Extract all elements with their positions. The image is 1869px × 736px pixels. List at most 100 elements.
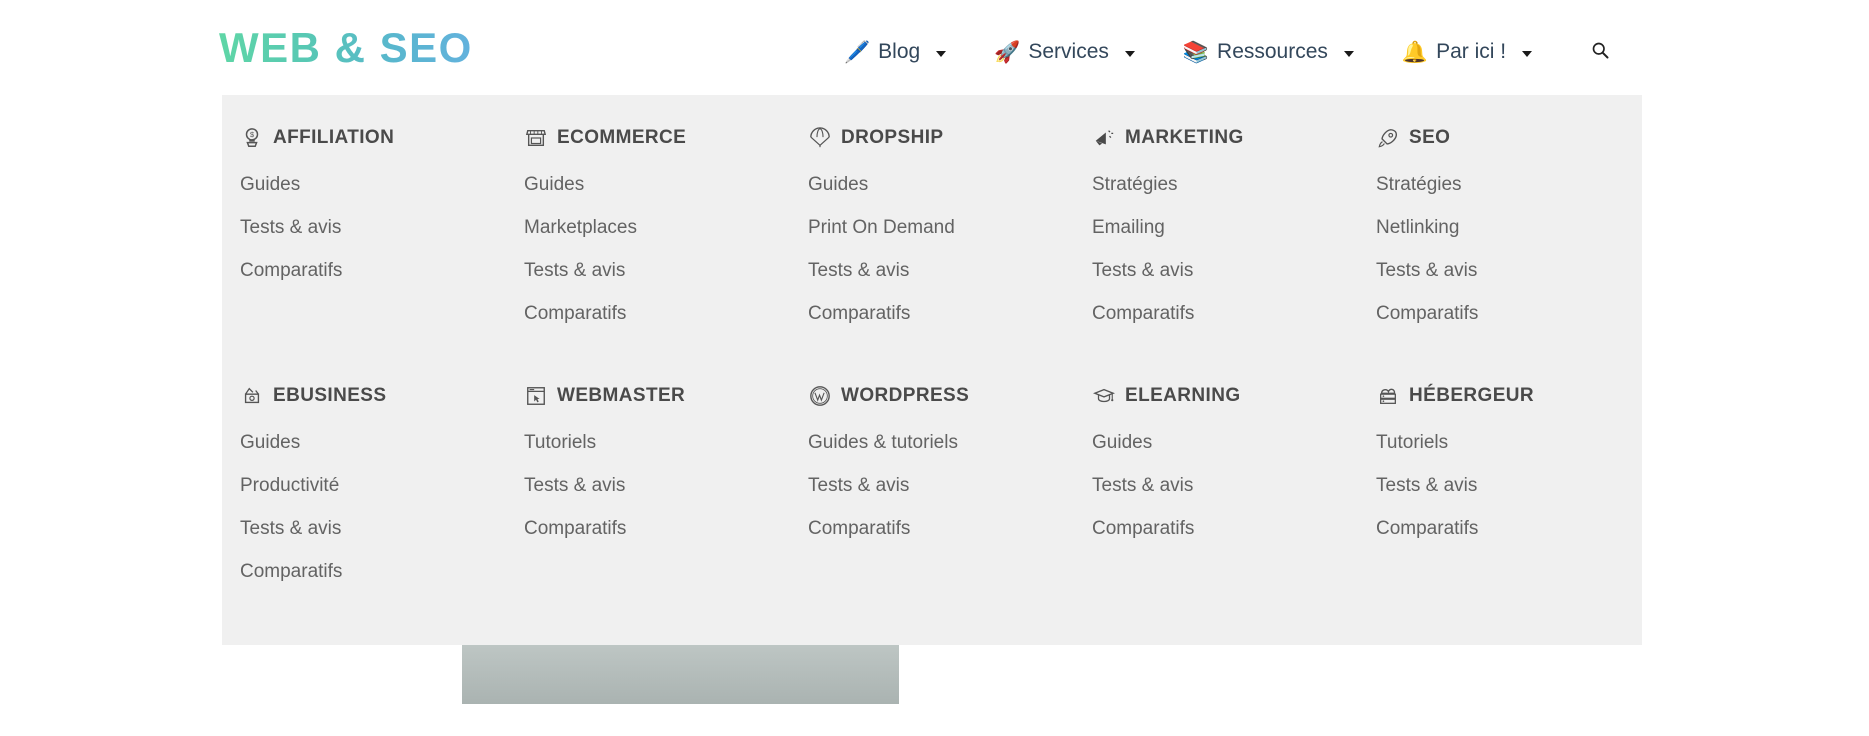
mega-menu-link-list: Guides Tests & avis Comparatifs — [1092, 431, 1358, 540]
mega-menu-link[interactable]: Guides — [240, 431, 300, 454]
search-button[interactable] — [1586, 38, 1614, 66]
chevron-down-icon[interactable] — [936, 50, 947, 57]
mega-menu-link[interactable]: Tests & avis — [1092, 259, 1193, 282]
list-item: Tutoriels — [1376, 431, 1642, 454]
mega-menu-link[interactable]: Comparatifs — [808, 517, 910, 540]
list-item: Comparatifs — [1092, 302, 1358, 325]
mega-menu-column-affiliation: $ AFFILIATION Guides Tests & avis Comparatif… — [222, 125, 506, 345]
mega-menu-category-header[interactable]: WORDPRESS — [808, 383, 1074, 409]
nav-item-services[interactable]: 🚀 Services — [970, 39, 1159, 65]
mega-menu-link-list: Guides Marketplaces Tests & avis Comparatif… — [524, 173, 790, 325]
list-item: Comparatifs — [524, 302, 790, 325]
mega-menu-link[interactable]: Tests & avis — [808, 259, 909, 282]
mega-menu-category-header[interactable]: SEO — [1376, 125, 1642, 151]
mega-menu-link[interactable]: Comparatifs — [524, 302, 626, 325]
mega-menu-link[interactable]: Comparatifs — [1092, 517, 1194, 540]
site-logo[interactable]: WEB & SEO — [219, 22, 473, 74]
mega-menu-category-title: ECOMMERCE — [557, 127, 687, 148]
list-item: Netlinking — [1376, 216, 1642, 239]
mega-menu-link-list: Guides Print On Demand Tests & avis Compara… — [808, 173, 1074, 325]
list-item: Comparatifs — [1092, 517, 1358, 540]
mega-menu-link[interactable]: Tutoriels — [1376, 431, 1448, 454]
mega-menu-link[interactable]: Comparatifs — [1376, 302, 1478, 325]
list-item: Marketplaces — [524, 216, 790, 239]
mega-menu-link[interactable]: Guides — [524, 173, 584, 196]
mega-menu-link[interactable]: Stratégies — [1092, 173, 1178, 196]
primary-navigation: 🖊️ Blog 🚀 Services 📚 Ressources 🔔 Par ici ! — [820, 36, 1614, 68]
mega-menu-category-title: SEO — [1409, 127, 1451, 148]
list-item: Comparatifs — [1376, 302, 1642, 325]
list-item: Comparatifs — [240, 560, 506, 583]
mega-menu-link-list: Tutoriels Tests & avis Comparatifs — [1376, 431, 1642, 540]
mega-menu-link[interactable]: Tests & avis — [240, 216, 341, 239]
list-item: Guides — [1092, 431, 1358, 454]
mega-menu-link[interactable]: Comparatifs — [808, 302, 910, 325]
nav-item-label: Ressources — [1217, 40, 1328, 63]
mega-menu-category-header[interactable]: DROPSHIP — [808, 125, 1074, 151]
mega-menu-column-webmaster: WEBMASTER Tutoriels Tests & avis Comparatif… — [506, 383, 790, 603]
mega-menu-link[interactable]: Comparatifs — [240, 560, 342, 583]
list-item: Stratégies — [1376, 173, 1642, 196]
chevron-down-icon[interactable] — [1343, 50, 1354, 57]
nav-item-par-ici[interactable]: 🔔 Par ici ! — [1378, 39, 1556, 65]
rocket-icon: 🚀 — [994, 40, 1021, 64]
mega-menu-category-header[interactable]: ECOMMERCE — [524, 125, 790, 151]
list-item: Tests & avis — [240, 216, 506, 239]
bell-icon: 🔔 — [1401, 40, 1429, 64]
mega-menu-column-seo: SEO Stratégies Netlinking Tests & avis Compa… — [1358, 125, 1642, 345]
list-item: Tests & avis — [240, 517, 506, 540]
list-item: Tests & avis — [524, 474, 790, 497]
mega-menu-link[interactable]: Comparatifs — [1376, 517, 1478, 540]
mega-menu-link[interactable]: Productivité — [240, 474, 339, 497]
mega-menu-link-list: Stratégies Emailing Tests & avis Comparatif… — [1092, 173, 1358, 325]
mega-menu-link[interactable]: Guides & tutoriels — [808, 431, 958, 454]
parachute-icon — [808, 126, 832, 150]
mega-menu-link[interactable]: Tests & avis — [1092, 474, 1193, 497]
list-item: Stratégies — [1092, 173, 1358, 196]
mega-menu-category-title: WEBMASTER — [557, 385, 686, 406]
mega-menu-link[interactable]: Tests & avis — [240, 517, 341, 540]
mega-menu-link[interactable]: Tests & avis — [524, 474, 625, 497]
graduation-cap-icon — [1092, 384, 1116, 408]
storefront-icon — [524, 126, 548, 150]
mega-menu-link[interactable]: Comparatifs — [240, 259, 342, 282]
mega-menu-link[interactable]: Guides — [808, 173, 868, 196]
mega-menu-category-title: EBUSINESS — [273, 385, 387, 406]
mega-menu-link-list: Tutoriels Tests & avis Comparatifs — [524, 431, 790, 540]
list-item: Tests & avis — [1376, 259, 1642, 282]
list-item: Guides & tutoriels — [808, 431, 1074, 454]
mega-menu-link[interactable]: Emailing — [1092, 216, 1165, 239]
mega-menu-link-list: Guides Tests & avis Comparatifs — [240, 173, 506, 282]
mega-menu-link[interactable]: Netlinking — [1376, 216, 1459, 239]
mega-menu-link[interactable]: Tests & avis — [524, 259, 625, 282]
mega-menu-row: $ AFFILIATION Guides Tests & avis Comparatif… — [222, 125, 1642, 345]
mega-menu-category-header[interactable]: MARKETING — [1092, 125, 1358, 151]
mega-menu-link[interactable]: Tests & avis — [1376, 474, 1477, 497]
chevron-down-icon[interactable] — [1124, 50, 1135, 57]
mega-menu-link[interactable]: Tests & avis — [1376, 259, 1477, 282]
nav-item-blog[interactable]: 🖊️ Blog — [820, 39, 970, 65]
mega-menu-link[interactable]: Tests & avis — [808, 474, 909, 497]
list-item: Guides — [240, 173, 506, 196]
mega-menu-link[interactable]: Tutoriels — [524, 431, 596, 454]
money-wings-icon — [240, 384, 264, 408]
nav-item-ressources[interactable]: 📚 Ressources — [1159, 39, 1378, 65]
mega-menu-link[interactable]: Guides — [240, 173, 300, 196]
mega-menu-panel: $ AFFILIATION Guides Tests & avis Comparatif… — [222, 95, 1642, 645]
mega-menu-link[interactable]: Comparatifs — [524, 517, 626, 540]
mega-menu-category-header[interactable]: EBUSINESS — [240, 383, 506, 409]
mega-menu-link[interactable]: Marketplaces — [524, 216, 637, 239]
list-item: Tests & avis — [1376, 474, 1642, 497]
chevron-down-icon[interactable] — [1522, 50, 1533, 57]
mega-menu-category-header[interactable]: WEBMASTER — [524, 383, 790, 409]
mega-menu-link[interactable]: Comparatifs — [1092, 302, 1194, 325]
mega-menu-link[interactable]: Print On Demand — [808, 216, 955, 239]
list-item: Comparatifs — [808, 517, 1074, 540]
rocket-icon — [1376, 126, 1400, 150]
mega-menu-link[interactable]: Guides — [1092, 431, 1152, 454]
mega-menu-category-header[interactable]: ELEARNING — [1092, 383, 1358, 409]
mega-menu-link[interactable]: Stratégies — [1376, 173, 1462, 196]
mega-menu-category-header[interactable]: HÉBERGEUR — [1376, 383, 1642, 409]
mega-menu-column-wordpress: WORDPRESS Guides & tutoriels Tests & avis C… — [790, 383, 1074, 603]
mega-menu-category-header[interactable]: $ AFFILIATION — [240, 125, 506, 151]
